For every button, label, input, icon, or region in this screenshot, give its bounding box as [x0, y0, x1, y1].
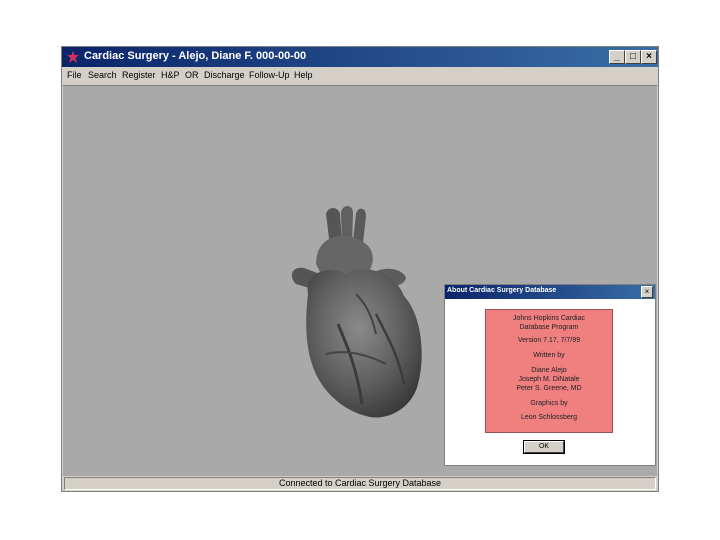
- menu-search[interactable]: Search: [88, 70, 117, 80]
- credits-line: Written by: [533, 352, 565, 359]
- credits-line: Graphics by: [530, 400, 568, 407]
- menu-help[interactable]: Help: [294, 70, 313, 80]
- graphics-author: Leon Schlossberg: [520, 414, 578, 421]
- dialog-title-bar[interactable]: About Cardiac Surgery Database ×: [445, 285, 655, 299]
- credits-panel: Johns Hopkins Cardiac Database Program V…: [485, 309, 613, 433]
- status-bar: Connected to Cardiac Surgery Database: [64, 477, 656, 490]
- title-bar[interactable]: Cardiac Surgery - Alejo, Diane F. 000-00…: [62, 47, 658, 67]
- menu-bar: File Search Register H&P OR Discharge Fo…: [62, 67, 658, 84]
- version-text: Version 7.17, 7/7/99: [517, 337, 581, 344]
- menu-or[interactable]: OR: [185, 70, 199, 80]
- author-name: Joseph M. DiNatale: [518, 376, 580, 383]
- credits-line: Johns Hopkins Cardiac: [513, 315, 585, 322]
- menu-register[interactable]: Register: [122, 70, 156, 80]
- about-dialog: About Cardiac Surgery Database × Johns H…: [444, 284, 656, 466]
- maximize-button[interactable]: □: [625, 50, 641, 64]
- dialog-title: About Cardiac Surgery Database: [447, 287, 557, 294]
- heart-illustration: [291, 206, 422, 418]
- menu-discharge[interactable]: Discharge: [204, 70, 245, 80]
- menu-file[interactable]: File: [67, 70, 82, 80]
- menu-follow-up[interactable]: Follow-Up: [249, 70, 290, 80]
- dialog-close-button[interactable]: ×: [641, 286, 653, 298]
- author-name: Peter S. Greene, MD: [516, 385, 582, 392]
- author-name: Diane Alejo: [531, 367, 567, 374]
- minimize-button[interactable]: _: [609, 50, 625, 64]
- credits-line: Database Program: [519, 324, 579, 331]
- close-button[interactable]: ×: [641, 50, 657, 64]
- app-icon: [67, 51, 79, 63]
- window-title: Cardiac Surgery - Alejo, Diane F. 000-00…: [84, 50, 307, 62]
- ok-button[interactable]: OK: [523, 440, 565, 454]
- menu-hp[interactable]: H&P: [161, 70, 180, 80]
